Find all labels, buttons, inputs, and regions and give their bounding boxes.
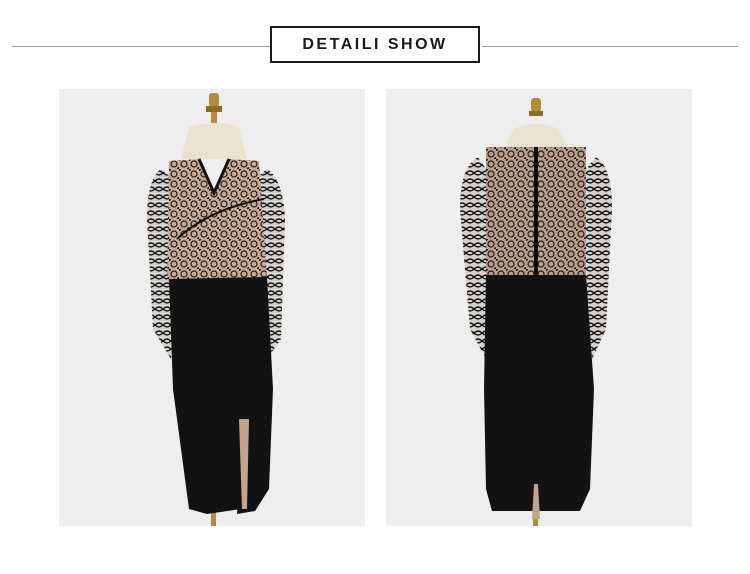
header-divider-left	[12, 46, 270, 47]
dress-front-photo	[147, 93, 285, 526]
section-title: DETAILI SHOW	[270, 26, 480, 63]
header-divider-right	[482, 46, 738, 47]
section-header: DETAILI SHOW	[0, 0, 750, 80]
dress-front-view	[59, 89, 365, 526]
dress-back-view	[386, 89, 692, 526]
dress-back-photo	[460, 98, 612, 526]
